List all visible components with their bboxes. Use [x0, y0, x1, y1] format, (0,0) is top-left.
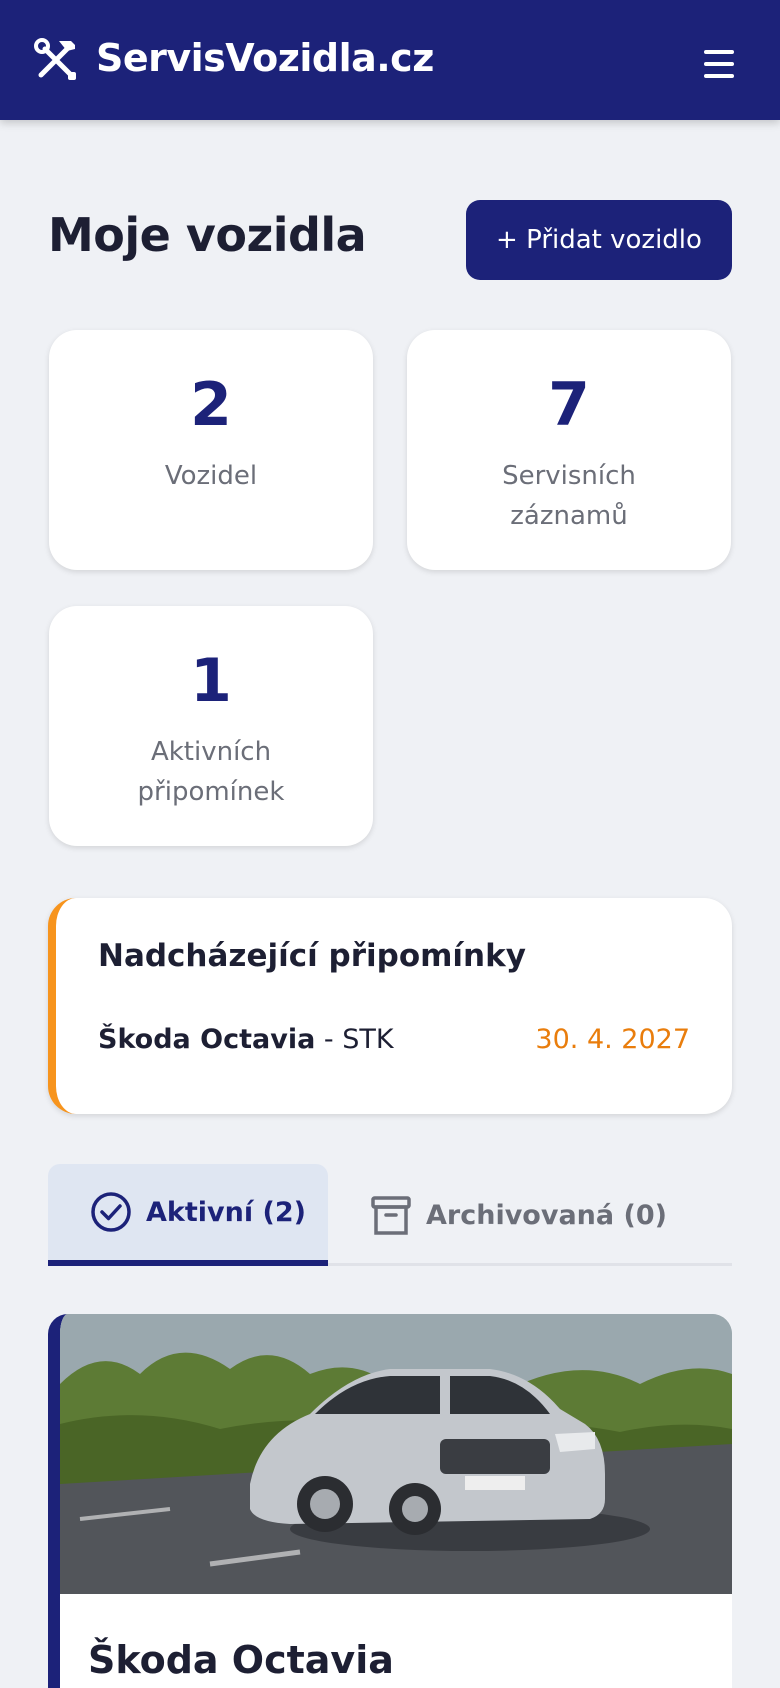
stat-card-service-records: 7 Servisních záznamů [407, 330, 731, 570]
reminder-item[interactable]: Škoda Octavia - STK 30. 4. 2027 [98, 1024, 690, 1060]
archive-box-icon [371, 1196, 411, 1235]
stat-label: Servisních záznamů [502, 461, 636, 531]
reminder-type: STK [342, 1024, 394, 1055]
stat-card-vehicles: 2 Vozidel [49, 330, 373, 570]
tools-icon [34, 38, 76, 80]
upcoming-reminders-card: Nadcházející připomínky Škoda Octavia - … [48, 898, 732, 1114]
vehicle-tabs: Aktivní (2) Archivovaná (0) [48, 1164, 732, 1266]
tab-active[interactable]: Aktivní (2) [48, 1164, 328, 1266]
stat-card-active-reminders: 1 Aktivních připomínek [49, 606, 373, 846]
vehicle-name: Škoda Octavia [88, 1638, 394, 1682]
hamburger-menu-icon [704, 50, 734, 54]
add-vehicle-button[interactable]: + Přidat vozidlo [466, 200, 732, 280]
menu-button[interactable] [698, 46, 740, 82]
reminder-vehicle: Škoda Octavia [98, 1024, 316, 1055]
stat-label: Aktivních připomínek [137, 737, 285, 807]
stat-value: 2 [190, 370, 232, 440]
stat-label: Vozidel [164, 461, 258, 491]
tab-label: Aktivní (2) [146, 1196, 306, 1228]
stat-value: 1 [190, 646, 232, 716]
top-app-bar: ServisVozidla.cz [0, 0, 780, 120]
vehicle-photo [60, 1314, 732, 1594]
vehicle-card[interactable]: Škoda Octavia [48, 1314, 732, 1688]
reminder-date: 30. 4. 2027 [535, 1024, 690, 1055]
brand-title[interactable]: ServisVozidla.cz [96, 30, 434, 86]
tab-label: Archivovaná (0) [426, 1199, 667, 1231]
stat-value: 7 [548, 370, 590, 440]
reminder-separator: - [315, 1024, 343, 1055]
car-photo-illustration [60, 1314, 732, 1594]
reminders-title: Nadcházející připomínky [98, 938, 526, 974]
page-title: Moje vozidla [48, 208, 367, 262]
tab-archived[interactable]: Archivovaná (0) [370, 1164, 732, 1266]
check-circle-icon [91, 1192, 131, 1232]
